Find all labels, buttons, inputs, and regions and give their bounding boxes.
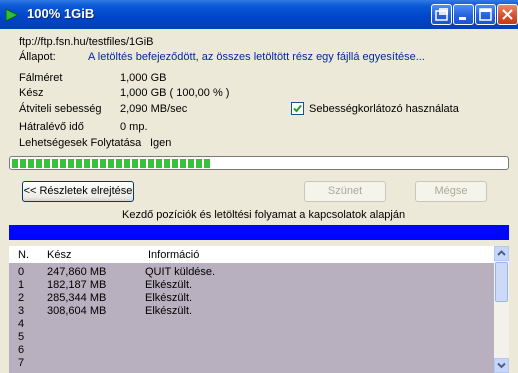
progress-segment [188,159,194,168]
progress-segment [44,159,50,168]
speed-limit-checkbox[interactable] [291,102,304,115]
progress-segment [204,159,210,168]
progress-segment [68,159,74,168]
progress-segment [52,159,58,168]
row-n: 2 [18,292,25,304]
row-done: 285,344 MB [47,292,107,304]
pause-button[interactable]: Szünet [304,181,386,202]
maximize-button[interactable] [475,4,496,25]
row-done: 308,604 MB [47,305,107,317]
close-button[interactable] [497,4,518,25]
filesize-value: 1,000 GB [120,72,167,84]
close-icon [502,9,513,20]
table-row[interactable]: 7 [9,357,494,369]
progress-segment [132,159,138,168]
connections-progress-bar [9,225,509,240]
table-row[interactable]: 1 182,187 MB Elkészült. [9,279,494,291]
progress-segment [108,159,114,168]
maximize-icon [479,8,492,21]
table-row[interactable]: 5 [9,331,494,343]
pin-button[interactable] [431,4,452,25]
progress-segment [196,159,202,168]
row-info: Elkészült. [145,305,193,317]
resume-label: Lehetségesek Folytatása [19,137,142,149]
connections-caption: Kezdő pozíciók és letöltési folyamat a k… [122,209,406,221]
remaining-label: Hátralévő idő [19,121,84,133]
done-value: 1,000 GB ( 100,00 % ) [120,87,230,99]
row-n: 6 [18,344,25,356]
header-info[interactable]: Információ [148,249,199,261]
arrow-up-icon [497,250,506,256]
remaining-value: 0 mp. [120,121,148,133]
progress-segment [20,159,26,168]
speed-value: 2,090 MB/sec [120,103,188,115]
arrow-down-icon [497,362,506,369]
row-info: Elkészült. [145,292,193,304]
download-url: ftp://ftp.fsn.hu/testfiles/1GiB [19,36,154,48]
progress-segment [180,159,186,168]
progress-segment [36,159,42,168]
progress-fill [12,159,210,168]
row-done: 182,187 MB [47,279,107,291]
row-n: 7 [18,357,25,369]
progress-segment [12,159,18,168]
minimize-icon [459,17,466,20]
progress-segment [92,159,98,168]
scroll-up-button[interactable] [494,246,509,261]
progress-segment [148,159,154,168]
vertical-scrollbar[interactable] [494,246,509,373]
table-row[interactable]: 3 308,604 MB Elkészült. [9,305,494,317]
row-n: 4 [18,318,25,330]
row-n: 1 [18,279,25,291]
pin-icon [435,8,448,21]
progress-segment [164,159,170,168]
filesize-label: Fálméret [19,72,63,84]
list-header: N. Kész Információ [9,246,494,263]
status-label: Állapot: [19,51,56,63]
speed-limit-label: Sebességkorlátozó használata [309,103,459,115]
row-n: 5 [18,331,25,343]
table-row[interactable]: 0 247,860 MB QUIT küldése. [9,266,494,278]
progress-segment [84,159,90,168]
progress-segment [76,159,82,168]
row-n: 0 [18,266,25,278]
progress-segment [124,159,130,168]
window-title: 100% 1GiB [27,6,95,21]
title-bar[interactable]: 100% 1GiB [0,0,518,29]
row-n: 3 [18,305,25,317]
list-rows: 0 247,860 MB QUIT küldése. 1 182,187 MB … [9,263,494,373]
progress-segment [156,159,162,168]
scroll-thumb[interactable] [495,262,508,302]
header-done[interactable]: Kész [47,249,71,261]
progress-segment [140,159,146,168]
play-arrow-icon [5,8,19,22]
table-row[interactable]: 4 [9,318,494,330]
status-value: A letöltés befejeződött, az összes letöl… [88,51,425,63]
row-done: 247,860 MB [47,266,107,278]
table-row[interactable]: 6 [9,344,494,356]
scroll-down-button[interactable] [494,358,509,373]
hide-details-button[interactable]: << Részletek elrejtése [22,181,134,202]
minimize-button[interactable] [453,4,474,25]
progress-segment [28,159,34,168]
connections-list[interactable]: N. Kész Információ 0 247,860 MB QUIT kül… [9,246,509,373]
done-label: Kész [19,87,44,99]
cancel-button[interactable]: Mégse [415,181,487,202]
progress-segment [60,159,66,168]
table-row[interactable]: 2 285,344 MB Elkészült. [9,292,494,304]
progress-segment [100,159,106,168]
progress-segment [172,159,178,168]
row-info: QUIT küldése. [145,266,216,278]
header-n[interactable]: N. [18,249,29,261]
download-progress-bar [9,156,509,170]
progress-segment [116,159,122,168]
speed-label: Átviteli sebesség [19,103,102,115]
row-info: Elkészült. [145,279,193,291]
resume-value: Igen [150,137,172,149]
